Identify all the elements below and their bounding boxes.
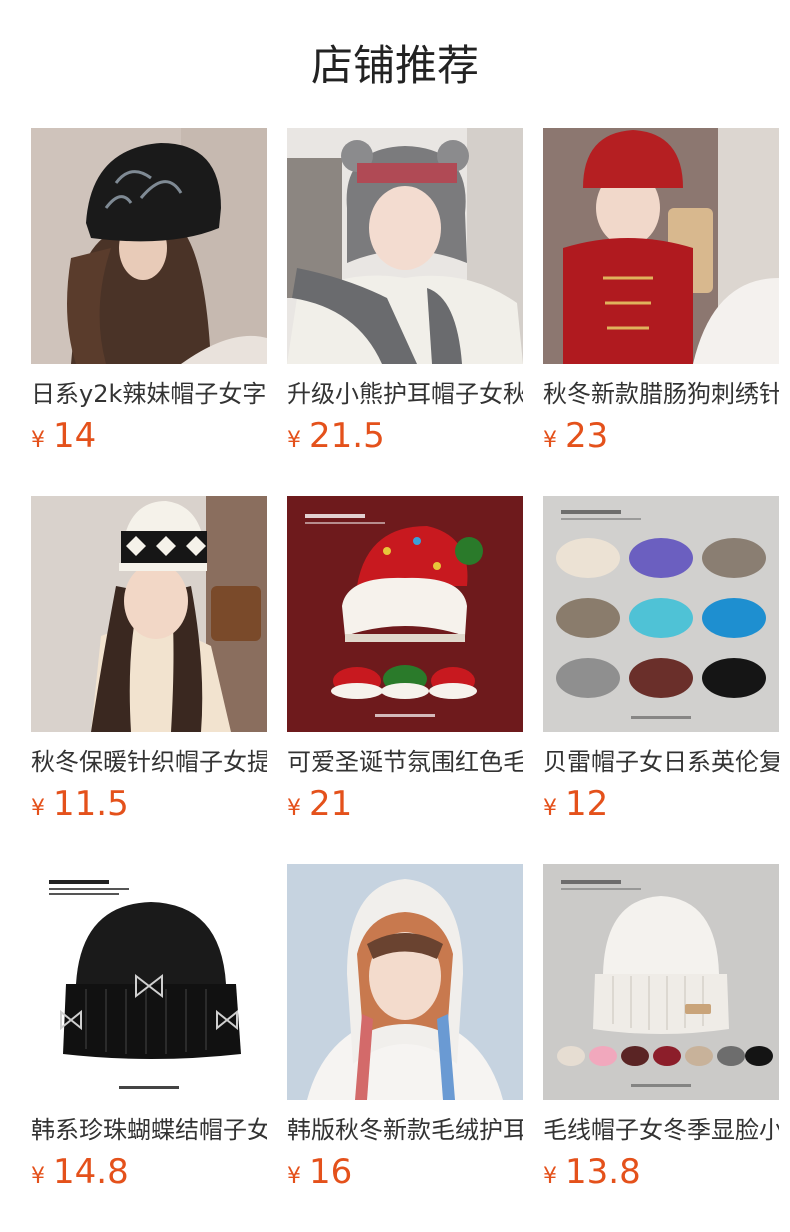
currency-symbol: ¥ [287,428,301,453]
price-row: ¥13.8 [543,1150,779,1194]
product-name[interactable]: 日系y2k辣妹帽子女字母针织帽 [31,378,267,410]
product-name[interactable]: 升级小熊护耳帽子女秋冬围巾 [287,378,523,410]
product-price: 13.8 [565,1152,641,1192]
product-card[interactable]: 升级小熊护耳帽子女秋冬围巾 ¥21.5 [287,128,523,496]
product-image[interactable] [31,496,267,732]
bow-beanie-photo [31,864,267,1100]
product-card[interactable]: 秋冬新款腊肠狗刺绣针织帽围巾 ¥23 [543,128,779,496]
product-card[interactable]: 韩系珍珠蝴蝶结帽子女针织帽 ¥14.8 [31,864,267,1232]
currency-symbol: ¥ [543,428,557,453]
price-row: ¥12 [543,782,779,826]
black-beanie-photo [31,128,267,364]
currency-symbol: ¥ [31,796,45,821]
red-beanie-scarf-photo [543,128,779,364]
product-name[interactable]: 可爱圣诞节氛围红色毛绒帽子 [287,746,523,778]
product-card[interactable]: 贝雷帽子女日系英伦复古画家帽 ¥12 [543,496,779,864]
product-price: 21 [309,784,353,824]
product-card[interactable]: 可爱圣诞节氛围红色毛绒帽子 ¥21 [287,496,523,864]
product-price: 12 [565,784,609,824]
product-name[interactable]: 秋冬保暖针织帽子女提花毛线帽 [31,746,267,778]
currency-symbol: ¥ [287,796,301,821]
bear-ear-hat-photo [287,128,523,364]
price-row: ¥16 [287,1150,523,1194]
product-card[interactable]: 秋冬保暖针织帽子女提花毛线帽 ¥11.5 [31,496,267,864]
product-name[interactable]: 毛线帽子女冬季显脸小针织帽 [543,1114,779,1146]
price-row: ¥23 [543,414,779,458]
product-name[interactable]: 韩系珍珠蝴蝶结帽子女针织帽 [31,1114,267,1146]
product-image[interactable] [31,864,267,1100]
product-card[interactable]: 毛线帽子女冬季显脸小针织帽 ¥13.8 [543,864,779,1232]
currency-symbol: ¥ [287,1164,301,1189]
currency-symbol: ¥ [31,428,45,453]
product-price: 21.5 [309,416,385,456]
christmas-hat-photo [287,496,523,732]
product-name[interactable]: 秋冬新款腊肠狗刺绣针织帽围巾 [543,378,779,410]
product-image[interactable] [287,128,523,364]
price-row: ¥11.5 [31,782,267,826]
price-row: ¥14 [31,414,267,458]
product-image[interactable] [31,128,267,364]
product-price: 14 [53,416,97,456]
product-card[interactable]: 韩版秋冬新款毛绒护耳帽子女 ¥16 [287,864,523,1232]
product-card[interactable]: 日系y2k辣妹帽子女字母针织帽 ¥14 [31,128,267,496]
earflap-hat-photo [287,864,523,1100]
product-image[interactable] [287,496,523,732]
white-beanie-photo [543,864,779,1100]
beret-collection-photo [543,496,779,732]
product-name[interactable]: 贝雷帽子女日系英伦复古画家帽 [543,746,779,778]
currency-symbol: ¥ [543,796,557,821]
product-image[interactable] [543,128,779,364]
pattern-beanie-photo [31,496,267,732]
product-grid: 日系y2k辣妹帽子女字母针织帽 ¥14 升级小熊护耳帽子女秋冬围巾 ¥2 [31,128,779,1232]
product-name[interactable]: 韩版秋冬新款毛绒护耳帽子女 [287,1114,523,1146]
product-image[interactable] [287,864,523,1100]
price-row: ¥21.5 [287,414,523,458]
currency-symbol: ¥ [31,1164,45,1189]
product-price: 11.5 [53,784,129,824]
currency-symbol: ¥ [543,1164,557,1189]
price-row: ¥14.8 [31,1150,267,1194]
product-price: 23 [565,416,609,456]
price-row: ¥21 [287,782,523,826]
product-price: 14.8 [53,1152,129,1192]
product-image[interactable] [543,864,779,1100]
product-image[interactable] [543,496,779,732]
page-title: 店铺推荐 [310,41,479,90]
product-price: 16 [309,1152,353,1192]
